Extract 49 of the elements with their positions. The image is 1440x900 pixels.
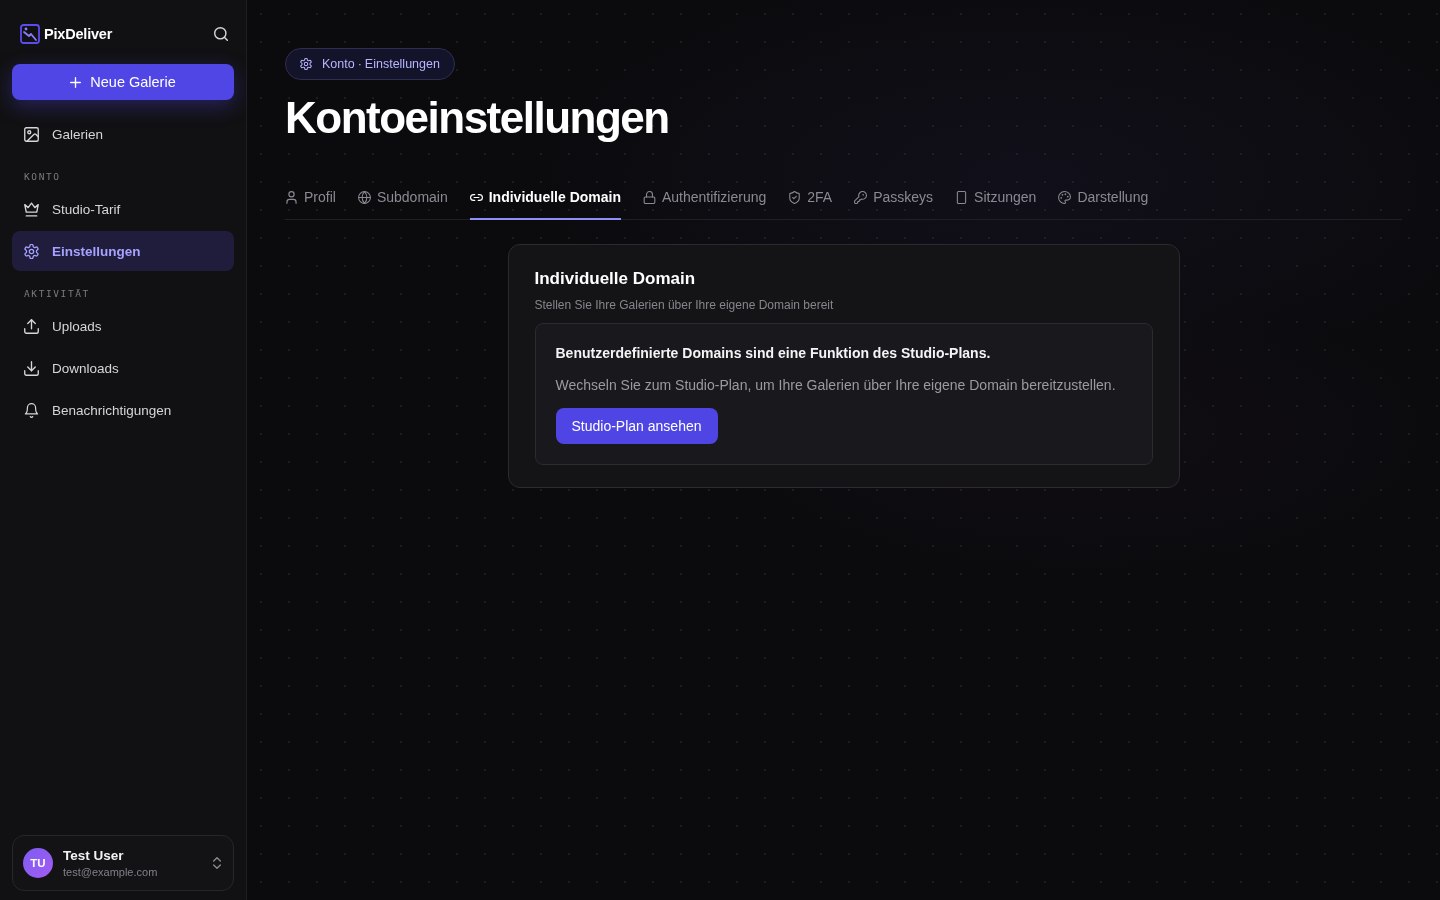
gear-icon (300, 58, 312, 70)
tab[interactable]: Authentifizierung (643, 178, 767, 220)
crown-icon (24, 201, 39, 217)
tab[interactable]: Subdomain (357, 178, 448, 220)
breadcrumb-separator: · (356, 57, 363, 71)
section-heading: AKTIVITÄT (23, 287, 91, 301)
key-icon (854, 190, 868, 204)
page-title: Kontoeinstellungen (285, 94, 670, 142)
plus-icon (70, 76, 82, 88)
brand-name: PixDeliver (44, 26, 113, 42)
user-email: test@example.com (63, 866, 159, 878)
lock-icon (643, 190, 656, 204)
section-heading: KONTO (23, 170, 62, 184)
user-name: Test User (63, 848, 125, 863)
download-icon (24, 360, 39, 376)
tab[interactable]: Passkeys (854, 178, 934, 220)
globe-icon (357, 190, 371, 204)
upload-icon (24, 318, 39, 334)
notice-text: Wechseln Sie zum Studio-Plan, um Ihre Galerien über Ihre eigene Domain bereitzustellen. (555, 376, 1117, 394)
nav-item[interactable]: Galerien (12, 114, 234, 154)
nav-item[interactable]: Uploads (12, 306, 234, 346)
user-avatar: TU (23, 848, 53, 878)
notice-heading: Benutzerdefinierte Domains sind eine Funktion des Studio-Plans. (555, 344, 992, 362)
tab[interactable]: Sitzungen (955, 178, 1037, 220)
smartphone-icon (955, 190, 969, 204)
nav-item[interactable]: Studio-Tarif (12, 189, 234, 229)
gear-icon (24, 243, 39, 259)
tab[interactable]: 2FA (788, 178, 833, 220)
shield-check-icon (788, 190, 802, 204)
logo-icon (20, 24, 40, 44)
new-gallery-button[interactable]: Neue Galerie (12, 64, 234, 100)
tab[interactable]: Profil (285, 178, 336, 220)
palette-icon (1058, 190, 1072, 204)
nav-item[interactable]: Einstellungen (12, 231, 234, 271)
card-subtitle: Stellen Sie Ihre Galerien über Ihre eigene Domain bereit (534, 297, 835, 313)
tab[interactable]: Individuelle Domain (469, 178, 621, 220)
card-title: Individuelle Domain (534, 269, 697, 289)
bell-icon (24, 402, 39, 418)
tab[interactable]: Darstellung (1058, 178, 1149, 220)
image-icon (24, 126, 39, 142)
breadcrumb-item: Konto (322, 57, 355, 71)
user-card[interactable]: TU Test User test@example.com (12, 835, 234, 891)
nav-item[interactable]: Downloads (12, 348, 234, 388)
search-icon[interactable] (214, 27, 228, 41)
breadcrumb-item: Einstellungen (364, 57, 440, 71)
nav-item[interactable]: Benachrichtigungen (12, 390, 234, 430)
person-icon (285, 190, 298, 204)
view-plan-button[interactable]: Studio-Plan ansehen (555, 408, 718, 444)
chevron-up-down-icon (213, 857, 221, 869)
